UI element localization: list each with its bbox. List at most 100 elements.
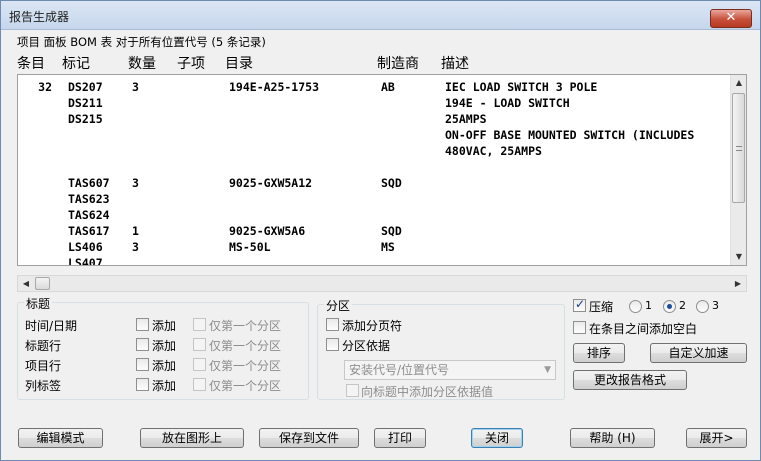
row-desc: 194E - LOAD SWITCH xyxy=(445,96,570,110)
heading-first-only-checkbox[interactable] xyxy=(193,338,206,351)
row-catalog: 194E-A25-1753 xyxy=(229,80,320,94)
add-partition-to-title-checkbox[interactable] xyxy=(346,384,359,397)
compress-level-2-radio[interactable] xyxy=(663,300,676,313)
partition-by-checkbox[interactable] xyxy=(326,338,339,351)
blank-between-entries-checkbox[interactable] xyxy=(573,321,586,334)
horizontal-scrollbar[interactable]: ◀ ▶ xyxy=(17,275,747,292)
compress-checkbox[interactable] xyxy=(573,297,586,312)
add-page-break-checkbox[interactable] xyxy=(326,318,339,331)
title-row-label: 项目行 xyxy=(25,359,62,373)
scroll-left-icon[interactable]: ◀ xyxy=(18,276,34,291)
row-tag: TAS624 xyxy=(68,208,110,222)
project-line-first-only-checkbox[interactable] xyxy=(193,358,206,371)
list-item[interactable]: TAS607 3 9025-GXW5A12 SQD xyxy=(18,175,731,191)
horizontal-scroll-thumb[interactable] xyxy=(35,277,50,290)
expand-button[interactable]: 展开> xyxy=(686,428,747,448)
list-item[interactable]: LS406 3 MS-50L MS xyxy=(18,239,731,255)
list-item[interactable]: ON-OFF BASE MOUNTED SWITCH (INCLUDES xyxy=(18,127,731,143)
list-item[interactable]: TAS617 1 9025-GXW5A6 SQD xyxy=(18,223,731,239)
scroll-right-icon[interactable]: ▶ xyxy=(730,276,746,291)
save-to-file-button[interactable]: 保存到文件 xyxy=(259,428,359,448)
list-item[interactable]: 32 DS207 3 194E-A25-1753 AB IEC LOAD SWITCH 3… xyxy=(18,79,731,95)
row-desc: 480VAC, 25AMPS xyxy=(445,144,542,158)
row-tag: TAS617 xyxy=(68,224,110,238)
window-title: 报告生成器 xyxy=(9,10,70,24)
sort-button[interactable]: 排序 xyxy=(573,343,625,363)
vertical-scrollbar[interactable]: ▲ ▼ xyxy=(730,75,746,265)
list-item[interactable] xyxy=(18,159,731,175)
compress-level-3-radio[interactable] xyxy=(696,300,709,313)
row-desc: ON-OFF BASE MOUNTED SWITCH (INCLUDES xyxy=(445,128,695,142)
column-labels-first-only-label: 仅第一个分区 xyxy=(209,379,282,393)
help-button[interactable]: 帮助 (H) xyxy=(570,428,655,448)
time-date-first-only-checkbox[interactable] xyxy=(193,318,206,331)
row-tag: DS207 xyxy=(68,80,103,94)
row-desc: IEC LOAD SWITCH 3 POLE xyxy=(445,80,598,94)
partition-by-select[interactable]: 安装代号/位置代号 ▼ xyxy=(344,360,556,380)
title-row-label: 时间/日期 xyxy=(25,319,78,333)
time-date-first-only-label: 仅第一个分区 xyxy=(209,319,282,333)
project-line-add-label: 添加 xyxy=(152,359,177,373)
compress-level-2-label: 2 xyxy=(679,299,686,312)
compress-level-1-radio[interactable] xyxy=(629,300,642,313)
close-button[interactable]: 关闭 xyxy=(471,428,523,448)
project-line-first-only-label: 仅第一个分区 xyxy=(209,359,282,373)
title-bar[interactable]: 报告生成器 ✕ xyxy=(1,1,760,30)
column-labels-add-checkbox[interactable] xyxy=(136,378,149,391)
record-info: 项目 面板 BOM 表 对于所有位置代号 (5 条记录) xyxy=(17,35,266,49)
report-list[interactable]: 32 DS207 3 194E-A25-1753 AB IEC LOAD SWITCH 3… xyxy=(17,74,747,266)
vertical-scroll-thumb[interactable] xyxy=(732,93,745,203)
column-header-catalog: 目录 xyxy=(225,56,253,72)
list-item[interactable]: DS215 25AMPS xyxy=(18,111,731,127)
row-qty: 3 xyxy=(132,240,139,254)
chevron-down-icon: ▼ xyxy=(544,365,551,375)
column-headers: 条目 标记 数量 子项 目录 制造商 描述 xyxy=(17,53,747,73)
report-generator-window: 报告生成器 ✕ 项目 面板 BOM 表 对于所有位置代号 (5 条记录) 条目 … xyxy=(0,0,761,461)
column-labels-first-only-checkbox[interactable] xyxy=(193,378,206,391)
project-line-add-checkbox[interactable] xyxy=(136,358,149,371)
column-labels-add-label: 添加 xyxy=(152,379,177,393)
column-header-manufacturer: 制造商 xyxy=(377,56,419,72)
list-item[interactable]: TAS624 xyxy=(18,207,731,223)
compress-level-3-label: 3 xyxy=(712,299,719,312)
add-partition-to-title-label: 向标题中添加分区依据值 xyxy=(361,385,494,399)
scroll-up-icon[interactable]: ▲ xyxy=(731,75,746,91)
row-mfr: SQD xyxy=(381,224,402,238)
list-item[interactable]: 480VAC, 25AMPS xyxy=(18,143,731,159)
edit-mode-button[interactable]: 编辑模式 xyxy=(18,428,103,448)
row-tag: LS406 xyxy=(68,240,103,254)
add-page-break-label: 添加分页符 xyxy=(342,319,403,333)
list-item[interactable]: DS211 194E - LOAD SWITCH xyxy=(18,95,731,111)
row-catalog: 9025-GXW5A12 xyxy=(229,176,313,190)
row-mfr: AB xyxy=(381,80,395,94)
heading-add-checkbox[interactable] xyxy=(136,338,149,351)
partition-by-select-value: 安装代号/位置代号 xyxy=(349,363,450,377)
row-tag: LS407 xyxy=(68,256,103,265)
print-button[interactable]: 打印 xyxy=(374,428,426,448)
list-item[interactable]: TAS623 xyxy=(18,191,731,207)
heading-first-only-label: 仅第一个分区 xyxy=(209,339,282,353)
row-tag: TAS623 xyxy=(68,192,110,206)
heading-add-label: 添加 xyxy=(152,339,177,353)
row-tag: DS211 xyxy=(68,96,103,110)
time-date-add-checkbox[interactable] xyxy=(136,318,149,331)
compress-label: 压缩 xyxy=(589,300,614,314)
row-tag: DS215 xyxy=(68,112,103,126)
change-report-format-button[interactable]: 更改报告格式 xyxy=(573,370,687,390)
column-header-sub: 子项 xyxy=(177,56,205,72)
scroll-down-icon[interactable]: ▼ xyxy=(731,249,746,265)
column-header-item: 条目 xyxy=(17,56,45,72)
column-header-tag: 标记 xyxy=(62,56,90,72)
list-item[interactable]: LS407 xyxy=(18,255,731,265)
close-window-button[interactable]: ✕ xyxy=(710,9,752,28)
row-desc: 25AMPS xyxy=(445,112,487,126)
custom-accelerate-button[interactable]: 自定义加速 xyxy=(650,343,747,363)
row-catalog: MS-50L xyxy=(229,240,271,254)
row-tag: TAS607 xyxy=(68,176,110,190)
row-item: 32 xyxy=(38,80,52,94)
blank-between-entries-label: 在条目之间添加空白 xyxy=(589,322,698,336)
put-in-drawing-button[interactable]: 放在图形上 xyxy=(140,428,244,448)
title-row-label: 列标签 xyxy=(25,379,62,393)
compress-level-1-label: 1 xyxy=(645,299,652,312)
row-mfr: SQD xyxy=(381,176,402,190)
